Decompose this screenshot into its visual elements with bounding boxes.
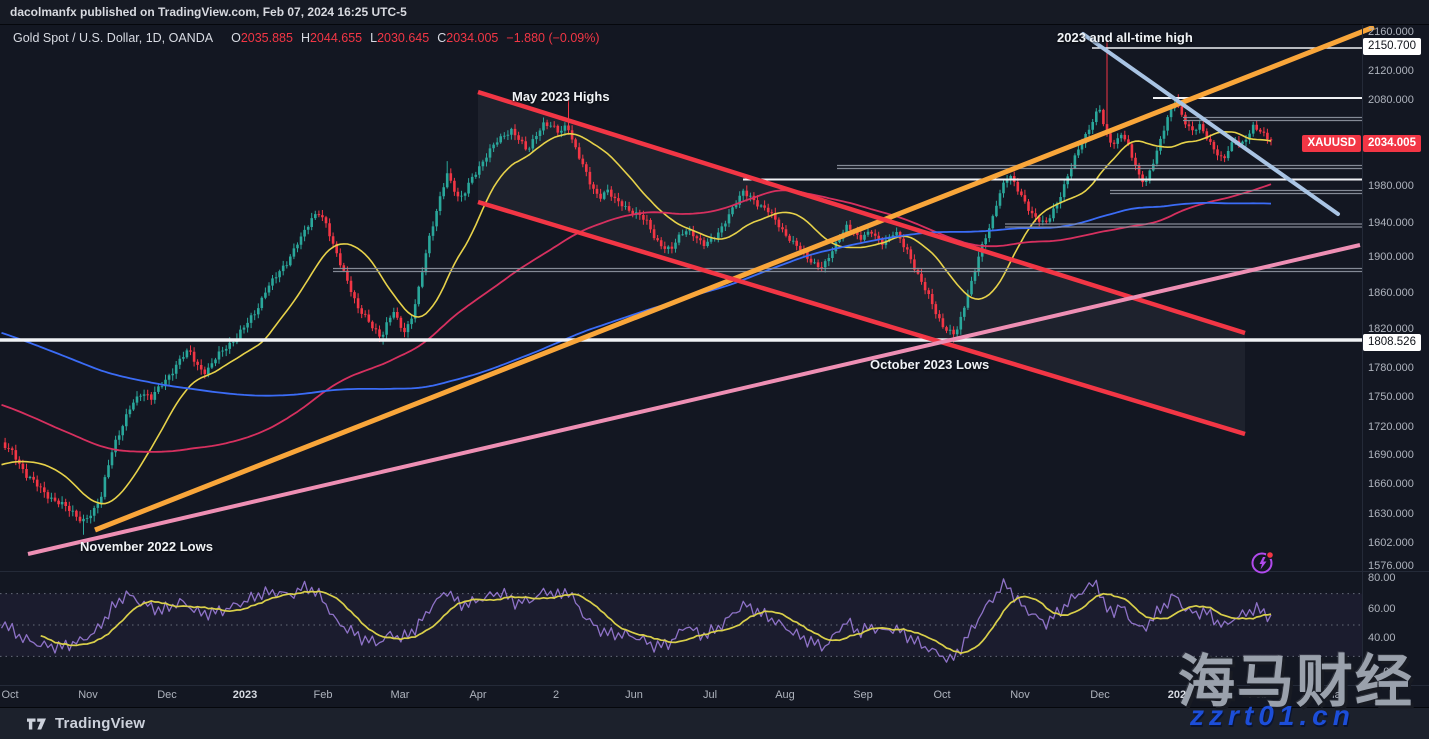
lightning-icon	[1249, 549, 1277, 577]
price-axis-tick: 1720.000	[1368, 421, 1428, 433]
time-axis-tick: Oct	[0, 689, 32, 701]
symbol-legend: Gold Spot / U.S. Dollar, 1D, OANDA O2035.…	[13, 31, 600, 45]
time-axis-tick: Feb	[301, 689, 345, 701]
price-axis-tick: 2080.000	[1368, 94, 1428, 106]
time-axis-tick: Jun	[612, 689, 656, 701]
tradingview-logo-icon[interactable]	[26, 716, 47, 732]
price-badge: 1808.526	[1363, 334, 1421, 351]
price-axis-border	[1362, 25, 1363, 685]
tradingview-brand[interactable]: TradingView	[55, 715, 145, 732]
ohlc-value: 2044.655	[310, 31, 362, 45]
ohlc-label: C	[437, 31, 446, 45]
ohlc-label: O	[231, 31, 241, 45]
price-axis-tick: 1860.000	[1368, 287, 1428, 299]
time-axis-tick: Aug	[763, 689, 807, 701]
ohlc-value: 2030.645	[377, 31, 429, 45]
price-axis-tick: 1900.000	[1368, 251, 1428, 263]
price-axis-tick: 1630.000	[1368, 508, 1428, 520]
ohlc-value: 2034.005	[446, 31, 498, 45]
price-axis-tick: 1980.000	[1368, 180, 1428, 192]
price-axis-tick: 2160.000	[1368, 26, 1428, 38]
tradingview-published-chart: dacolmanfx published on TradingView.com,…	[0, 0, 1429, 739]
time-axis-tick: Sep	[841, 689, 885, 701]
rsi-axis-tick: 80.00	[1368, 572, 1428, 584]
price-axis-tick: 2120.000	[1368, 65, 1428, 77]
chart-annotation-label: November 2022 Lows	[80, 539, 213, 554]
price-badge: 2150.700	[1363, 38, 1421, 55]
chart-canvas[interactable]	[0, 0, 1429, 739]
time-axis-tick: Nov	[998, 689, 1042, 701]
watermark-url: zzrt01.cn	[1190, 700, 1355, 732]
time-axis-tick: 2023	[223, 689, 267, 701]
flash-indicator-button[interactable]	[1249, 549, 1277, 577]
ohlc-values: O2035.885H2044.655L2030.645C2034.005	[223, 31, 498, 45]
symbol-price-tag: XAUUSD	[1302, 135, 1361, 152]
time-axis-tick: Dec	[1078, 689, 1122, 701]
chart-annotation-label: May 2023 Highs	[512, 89, 610, 104]
time-axis-tick: Nov	[66, 689, 110, 701]
time-axis-tick: Dec	[145, 689, 189, 701]
rsi-axis-tick: 60.00	[1368, 603, 1428, 615]
price-axis-tick: 1750.000	[1368, 391, 1428, 403]
time-axis-tick: Jul	[688, 689, 732, 701]
price-axis-tick: 1602.000	[1368, 537, 1428, 549]
publish-info: dacolmanfx published on TradingView.com,…	[10, 5, 407, 19]
chart-annotation-label: 2023 and all-time high	[1057, 30, 1193, 45]
price-axis-tick: 1690.000	[1368, 449, 1428, 461]
publish-info-bar: dacolmanfx published on TradingView.com,…	[0, 0, 1429, 25]
symbol-title[interactable]: Gold Spot / U.S. Dollar, 1D, OANDA	[13, 31, 213, 45]
time-axis-tick: Mar	[378, 689, 422, 701]
time-axis-tick: Oct	[920, 689, 964, 701]
price-axis-tick: 1660.000	[1368, 478, 1428, 490]
chart-annotation-label: October 2023 Lows	[870, 357, 989, 372]
price-axis-tick: 1780.000	[1368, 362, 1428, 374]
price-badge: 2034.005	[1363, 135, 1421, 152]
pane-separator[interactable]	[0, 571, 1429, 572]
time-axis-tick: Apr	[456, 689, 500, 701]
time-axis-tick: 2	[534, 689, 578, 701]
ohlc-label: H	[301, 31, 310, 45]
price-axis-tick: 1940.000	[1368, 217, 1428, 229]
change-value: −1.880 (−0.09%)	[506, 31, 599, 45]
ohlc-value: 2035.885	[241, 31, 293, 45]
